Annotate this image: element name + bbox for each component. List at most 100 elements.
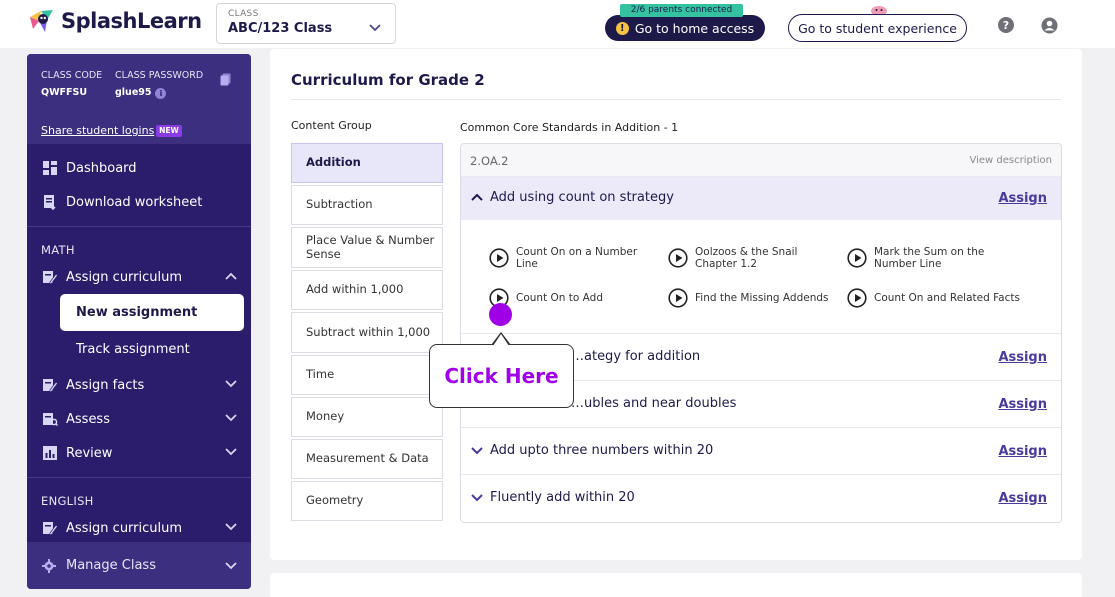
click-target-dot[interactable] — [489, 303, 512, 326]
chevron-down-icon — [471, 447, 483, 455]
content-group-heading: Content Group — [291, 119, 372, 132]
class-password-label: CLASS PASSWORD — [115, 70, 204, 81]
assign-button[interactable]: Assign — [998, 444, 1047, 459]
assign-curriculum-icon — [43, 271, 58, 285]
class-password-text: glue95 — [115, 87, 152, 98]
game-label: Count On to Add — [516, 291, 603, 304]
content-group-subtract-within-1000[interactable]: Subtract within 1,000 — [291, 312, 443, 353]
content-group-addition[interactable]: Addition — [291, 143, 443, 183]
gear-icon — [42, 558, 56, 573]
play-icon — [489, 248, 509, 268]
logo[interactable]: SplashLearn — [27, 7, 202, 35]
game-label: Count On on a Number Line — [516, 246, 638, 271]
chevron-down-icon — [471, 494, 483, 502]
warning-icon: ! — [615, 21, 629, 35]
sidebar-item-label: Assign curriculum — [66, 269, 183, 285]
sidebar: CLASS CODE CLASS PASSWORD QWFFSU glue95 i… — [27, 54, 251, 589]
sidebar-item-dashboard[interactable]: Dashboard — [27, 154, 251, 182]
view-description-link[interactable]: View description — [969, 155, 1052, 166]
tooltip-arrow-fill — [493, 334, 509, 346]
page-title: Curriculum for Grade 2 — [291, 71, 485, 89]
game-item[interactable]: Mark the Sum on the Number Line — [847, 246, 1012, 270]
game-label: Mark the Sum on the Number Line — [874, 246, 985, 271]
chevron-down-icon — [225, 380, 237, 388]
content-group-geometry[interactable]: Geometry — [291, 481, 443, 521]
sidebar-item-label: Manage Class — [66, 558, 156, 573]
strategy-row[interactable]: Add upto three numbers within 20 Assign — [461, 427, 1061, 474]
sidebar-item-assign-curriculum[interactable]: Assign curriculum — [27, 263, 251, 291]
game-item[interactable]: Find the Missing Addends — [668, 288, 838, 308]
user-account-icon[interactable] — [1041, 17, 1058, 34]
sidebar-item-label: Assign facts — [66, 377, 145, 393]
content-group-add-within-1000[interactable]: Add within 1,000 — [291, 270, 443, 310]
class-selector-label: CLASS — [228, 9, 259, 19]
title-divider — [291, 99, 1061, 100]
play-icon — [847, 248, 867, 268]
secondary-panel — [270, 573, 1082, 597]
game-item[interactable]: Count On and Related Facts — [847, 288, 1027, 308]
assign-button[interactable]: Assign — [998, 191, 1047, 206]
chevron-down-icon — [225, 562, 237, 570]
review-chart-icon — [43, 446, 57, 460]
assess-icon — [43, 413, 58, 427]
sidebar-item-download-worksheet[interactable]: Download worksheet — [27, 188, 251, 216]
sidebar-item-english-assign-curriculum[interactable]: Assign curriculum — [27, 514, 251, 542]
chevron-up-icon — [225, 272, 237, 280]
home-access-button[interactable]: ! Go to home access — [605, 15, 765, 41]
sidebar-item-label: Dashboard — [66, 160, 137, 176]
class-selector[interactable]: CLASS ABC/123 Class — [216, 3, 396, 44]
assign-facts-icon — [43, 379, 58, 393]
tooltip-text: Click Here — [444, 364, 559, 388]
content-group-measurement[interactable]: Measurement & Data — [291, 439, 443, 479]
game-item[interactable]: Count On on a Number Line — [489, 246, 659, 270]
math-section-label: MATH — [41, 243, 75, 257]
student-experience-button[interactable]: Go to student experience — [788, 14, 967, 42]
sidebar-item-assign-facts[interactable]: Assign facts — [27, 371, 251, 399]
click-here-tooltip: Click Here — [429, 344, 574, 408]
game-item[interactable]: Count On to Add — [489, 288, 659, 308]
help-icon[interactable]: ? — [998, 17, 1014, 33]
game-label: Count On and Related Facts — [874, 291, 1020, 304]
standard-header: 2.OA.2 View description — [461, 144, 1061, 177]
assign-button[interactable]: Assign — [998, 491, 1047, 506]
home-access-label: Go to home access — [634, 20, 755, 36]
standard-code: 2.OA.2 — [470, 154, 509, 168]
info-icon[interactable]: i — [155, 88, 167, 99]
class-code-label: CLASS CODE — [41, 70, 103, 81]
chevron-down-icon — [369, 24, 381, 32]
assign-button[interactable]: Assign — [998, 397, 1047, 412]
game-item[interactable]: Oolzoos & the Snail Chapter 1.2 — [668, 246, 838, 270]
standards-list: 2.OA.2 View description Add using count … — [460, 143, 1062, 523]
copy-icon[interactable] — [220, 73, 231, 86]
class-password-value: glue95 i — [115, 87, 167, 99]
chevron-up-icon — [471, 193, 483, 201]
content-group-subtraction[interactable]: Subtraction — [291, 185, 443, 225]
sidebar-item-label: Assess — [66, 411, 110, 427]
strategy-label: Fluently add within 20 — [490, 490, 635, 505]
top-bar: SplashLearn CLASS ABC/123 Class 2/6 pare… — [0, 0, 1115, 48]
english-section-label: ENGLISH — [41, 494, 94, 508]
sidebar-item-manage-class[interactable]: Manage Class — [27, 542, 251, 589]
play-icon — [847, 288, 867, 308]
strategy-row-expanded[interactable]: Add using count on strategy Assign — [461, 177, 1061, 220]
assign-button[interactable]: Assign — [998, 350, 1047, 365]
assign-curriculum-icon — [43, 522, 58, 536]
strategy-label: Add using count on strategy — [490, 190, 674, 205]
sidebar-subitem-new-assignment[interactable]: New assignment — [60, 294, 244, 331]
class-selector-value: ABC/123 Class — [228, 21, 333, 36]
game-label: Find the Missing Addends — [695, 291, 829, 304]
new-badge: NEW — [156, 125, 182, 137]
sidebar-subitem-track-assignment[interactable]: Track assignment — [76, 342, 190, 357]
logo-text: SplashLearn — [61, 9, 202, 33]
chevron-down-icon — [225, 448, 237, 456]
content-group-money[interactable]: Money — [291, 397, 443, 437]
content-group-place-value[interactable]: Place Value & Number Sense — [291, 227, 443, 268]
content-group-time[interactable]: Time — [291, 355, 443, 395]
share-student-logins-link[interactable]: Share student logins — [41, 124, 154, 137]
sidebar-item-review[interactable]: Review — [27, 439, 251, 467]
strategy-row[interactable]: Fluently add within 20 Assign — [461, 474, 1061, 521]
chevron-down-icon — [225, 414, 237, 422]
game-label: Oolzoos & the Snail Chapter 1.2 — [695, 246, 798, 271]
play-icon — [668, 248, 688, 268]
sidebar-item-assess[interactable]: Assess — [27, 405, 251, 433]
